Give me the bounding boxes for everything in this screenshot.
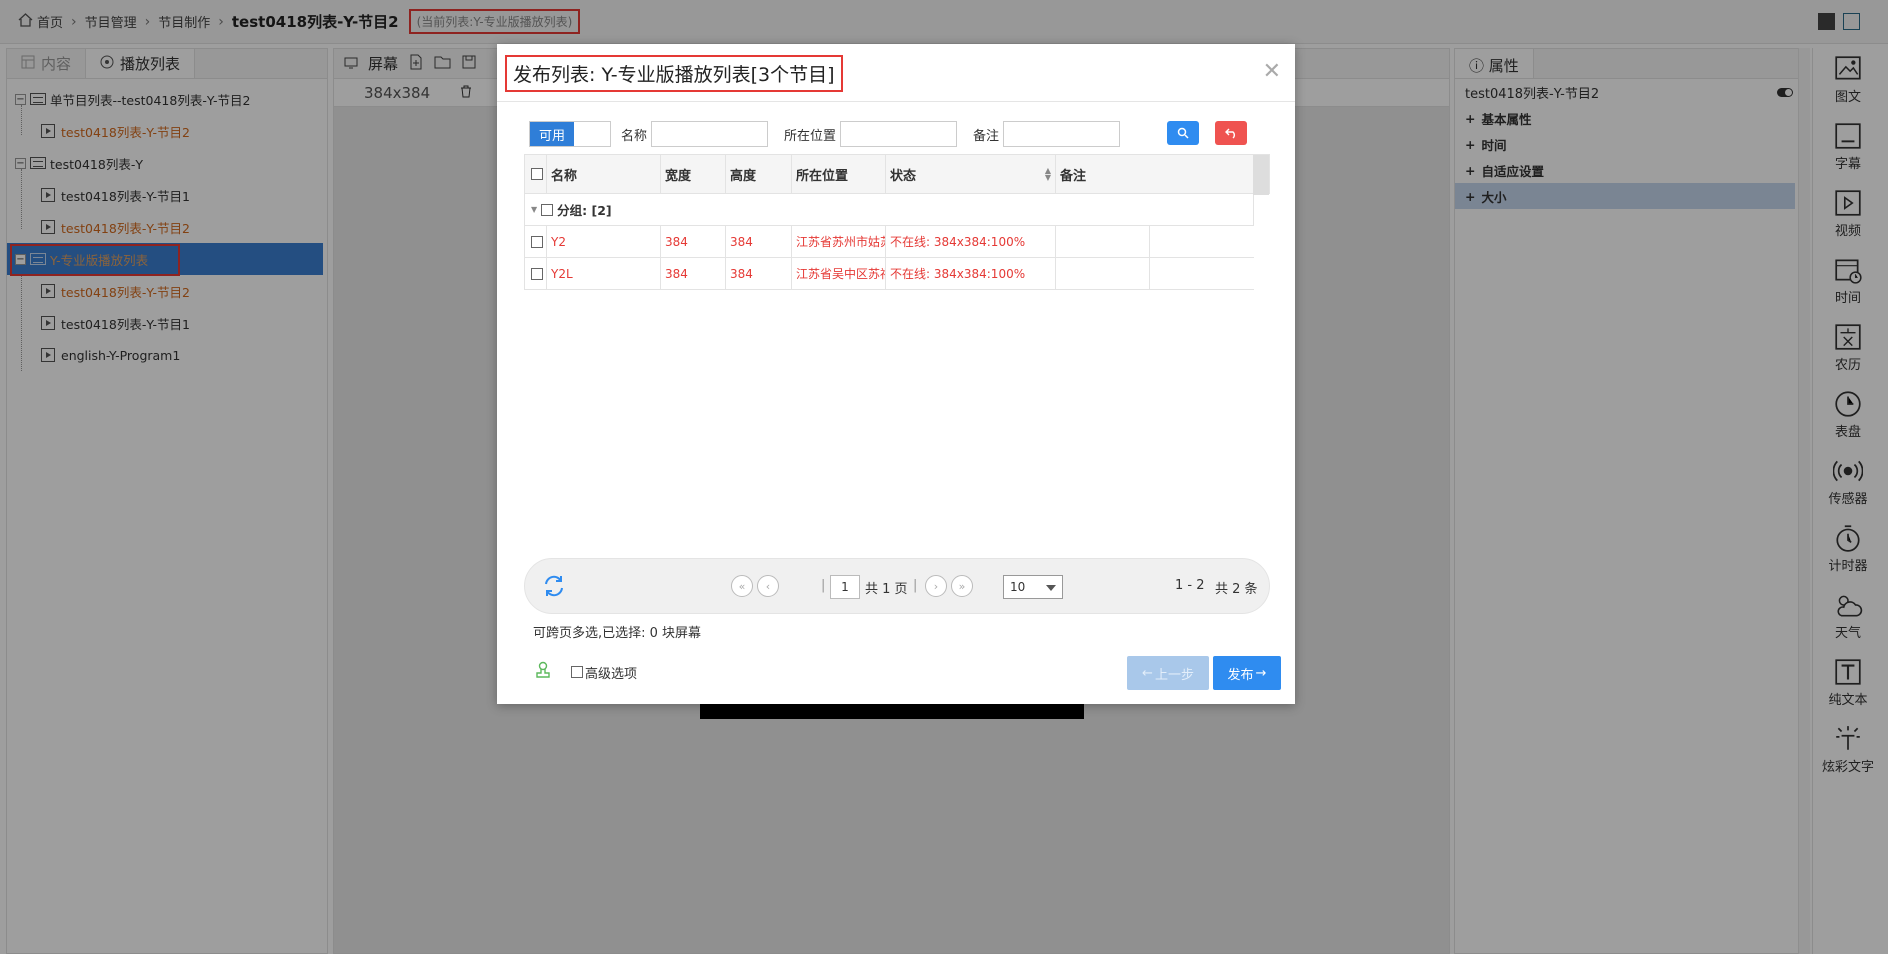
table-row[interactable]: Y2L 384 384 江苏省吴中区苏福 不在线: 384x384:100% xyxy=(524,258,1254,290)
first-page-icon[interactable]: « xyxy=(731,575,753,597)
dialog-title: 发布列表: Y-专业版播放列表[3个节目] xyxy=(505,55,843,92)
dialog-header: 发布列表: Y-专业版播放列表[3个节目] ✕ xyxy=(497,44,1295,102)
col-height[interactable]: 高度 xyxy=(726,155,792,193)
select-all-cell xyxy=(525,155,547,193)
caret-down-icon[interactable]: ▼ xyxy=(531,205,537,214)
name-input[interactable] xyxy=(651,121,769,147)
publish-dialog: 发布列表: Y-专业版播放列表[3个节目] ✕ 可用 名称 所在位置 备注 名称… xyxy=(497,44,1295,704)
last-page-icon[interactable]: » xyxy=(951,575,973,597)
group-label: 分组: [2] xyxy=(557,203,612,218)
filter-name-label: 名称 xyxy=(621,128,648,144)
refresh-icon[interactable] xyxy=(541,573,567,603)
reset-button[interactable] xyxy=(1215,121,1247,145)
total-pages: 共 1 页 xyxy=(865,582,908,597)
selection-note: 可跨页多选,已选择: 0 块屏幕 xyxy=(533,626,702,641)
row-select-cell xyxy=(525,226,547,257)
search-button[interactable] xyxy=(1167,121,1199,145)
sort-icon[interactable]: ▲ ▼ xyxy=(1045,167,1051,182)
col-status[interactable]: 状态 ▲ ▼ xyxy=(886,155,1056,193)
filter-location-label: 所在位置 xyxy=(784,128,837,144)
screen-grid: 名称 宽度 高度 所在位置 状态 ▲ ▼ 备注 ▼ 分组: [2] Y2 384 38… xyxy=(524,154,1270,290)
row-checkbox[interactable] xyxy=(531,235,543,248)
select-all-checkbox[interactable] xyxy=(531,168,543,180)
col-status-label: 状态 xyxy=(890,168,917,184)
cell-height: 384 xyxy=(726,226,792,257)
cell-width: 384 xyxy=(661,226,726,257)
group-checkbox[interactable] xyxy=(541,203,554,216)
cell-location: 江苏省吴中区苏福 xyxy=(792,258,886,289)
close-icon[interactable]: ✕ xyxy=(1263,61,1281,83)
undo-icon xyxy=(1224,128,1235,139)
row-select-cell xyxy=(525,258,547,289)
advanced-options-label: 高级选项 xyxy=(585,666,638,682)
cell-width: 384 xyxy=(661,258,726,289)
location-input[interactable] xyxy=(840,121,958,147)
status-available[interactable]: 可用 xyxy=(530,122,574,146)
grid-header: 名称 宽度 高度 所在位置 状态 ▲ ▼ 备注 xyxy=(524,154,1270,195)
cell-remark xyxy=(1056,226,1150,257)
col-location[interactable]: 所在位置 xyxy=(792,155,886,193)
pager-divider: | xyxy=(821,578,826,593)
row-checkbox[interactable] xyxy=(531,267,543,280)
publish-label: 发布 xyxy=(1227,667,1254,683)
filter-remark-label: 备注 xyxy=(973,128,1000,144)
arrow-right-icon: → xyxy=(1255,665,1267,681)
record-range: 1 - 2 xyxy=(1175,578,1205,593)
stamp-icon xyxy=(535,660,551,684)
cell-name: Y2L xyxy=(547,258,661,289)
record-total: 共 2 条 xyxy=(1215,582,1258,597)
previous-step-label: 上一步 xyxy=(1154,667,1194,683)
col-width[interactable]: 宽度 xyxy=(661,155,726,193)
next-page-icon[interactable]: › xyxy=(925,575,947,597)
remark-input[interactable] xyxy=(1003,121,1121,147)
pagination-bar: « ‹ | 1 共 1 页 | › » 10 1 - 2 共 2 条 xyxy=(524,558,1270,614)
advanced-row: 高级选项 xyxy=(535,660,637,684)
publish-button[interactable]: 发布 → xyxy=(1213,656,1281,690)
cell-status: 不在线: 384x384:100% xyxy=(886,226,1056,257)
col-name[interactable]: 名称 xyxy=(547,155,661,193)
filter-row: 可用 名称 所在位置 备注 xyxy=(529,120,1121,148)
search-icon xyxy=(1177,127,1189,139)
group-row[interactable]: ▼ 分组: [2] xyxy=(524,194,1254,226)
table-row[interactable]: Y2 384 384 江苏省苏州市姑苏 不在线: 384x384:100% xyxy=(524,226,1254,258)
prev-page-icon[interactable]: ‹ xyxy=(757,575,779,597)
page-number-input[interactable]: 1 xyxy=(830,575,860,599)
cell-remark xyxy=(1056,258,1150,289)
status-filter-toggle[interactable]: 可用 xyxy=(529,121,611,147)
page-size-select[interactable]: 10 xyxy=(1003,575,1063,599)
cell-status: 不在线: 384x384:100% xyxy=(886,258,1056,289)
cell-height: 384 xyxy=(726,258,792,289)
grid-scrollbar-stub xyxy=(1253,155,1269,195)
previous-step-button[interactable]: ← 上一步 xyxy=(1127,656,1209,690)
cell-name: Y2 xyxy=(547,226,661,257)
pager-divider: | xyxy=(913,578,918,593)
advanced-options-checkbox[interactable] xyxy=(571,666,583,678)
col-remark[interactable]: 备注 xyxy=(1056,155,1150,193)
arrow-left-icon: ← xyxy=(1142,665,1153,681)
advanced-options[interactable]: 高级选项 xyxy=(571,663,637,682)
cell-location: 江苏省苏州市姑苏 xyxy=(792,226,886,257)
